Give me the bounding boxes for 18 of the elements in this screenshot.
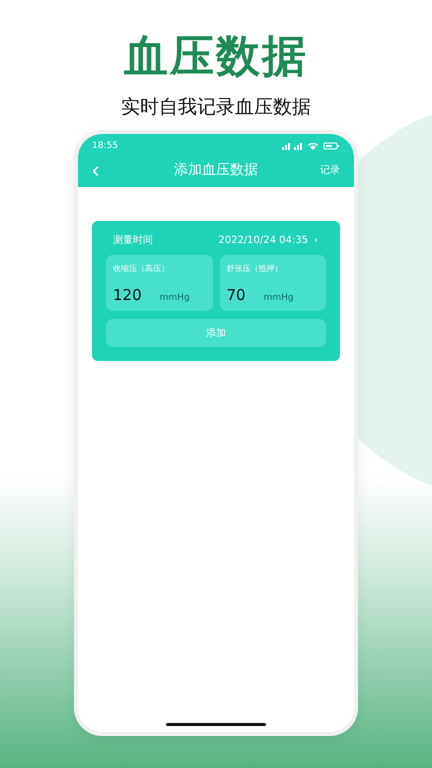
subtitle: 实时自我记录血压数据	[121, 95, 311, 120]
status-time: 18:55	[92, 141, 118, 151]
add-button[interactable]: 添加	[106, 319, 326, 347]
status-icons	[282, 142, 340, 150]
field-label: 收缩压（高压）	[113, 263, 170, 274]
pressure-field[interactable]: 收缩压（高压） 120 mmHg	[106, 255, 212, 311]
back-button[interactable]: ‹	[92, 161, 122, 179]
pressure-field[interactable]: 舒张压（抵押） 70 mmHg	[220, 255, 326, 311]
field-value: 70	[226, 286, 246, 304]
time-picker[interactable]: 2022/10/24 04:35 ›	[218, 234, 318, 246]
unit-label: mmHg	[160, 293, 190, 303]
field-label: 舒张压（抵押）	[226, 263, 284, 274]
screen-title: 添加血压数据	[174, 161, 258, 179]
unit-label: mmHg	[264, 293, 294, 303]
records-link[interactable]: 记录	[310, 163, 340, 177]
time-label: 测量时间	[113, 234, 153, 247]
field-value: 120	[113, 286, 142, 304]
headline: 血压数据	[124, 30, 308, 84]
